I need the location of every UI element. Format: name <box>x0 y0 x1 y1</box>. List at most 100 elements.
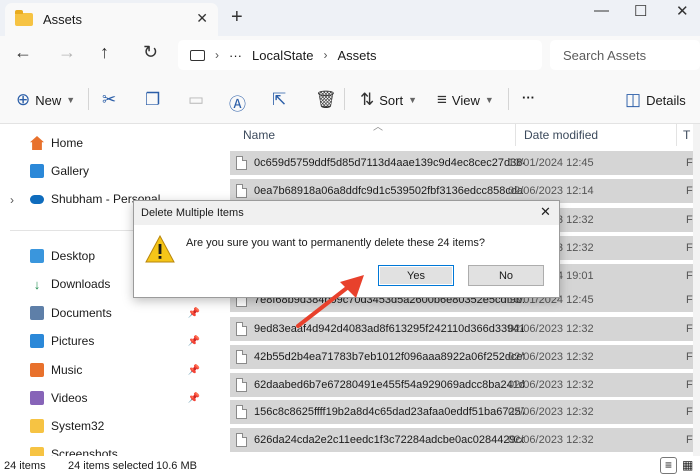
sidebar-item-system32[interactable]: System32 <box>30 414 200 438</box>
sidebar-item-music[interactable]: Music 📌 <box>30 358 200 382</box>
paste-button[interactable]: ▭ <box>188 90 204 110</box>
breadcrumb-localstate[interactable]: LocalState <box>252 48 313 63</box>
tiles-view-icon[interactable]: ▦ <box>682 458 693 472</box>
pin-icon[interactable]: 📌 <box>188 365 200 376</box>
status-bar: 24 items 24 items selected 10.6 MB ≡ ▦ <box>0 456 700 476</box>
forward-button[interactable]: → <box>58 42 76 63</box>
column-date-modified[interactable]: Date modified <box>524 128 598 142</box>
sidebar-item-videos[interactable]: Videos 📌 <box>30 386 200 410</box>
address-bar[interactable]: › ··· LocalState › Assets <box>178 40 542 70</box>
delete-button[interactable]: 🗑 <box>315 90 337 110</box>
column-divider[interactable] <box>676 124 677 146</box>
documents-icon <box>30 306 44 320</box>
column-divider[interactable] <box>515 124 516 146</box>
minimize-button[interactable]: — <box>594 2 609 19</box>
sidebar-item-pictures[interactable]: Pictures 📌 <box>30 329 200 353</box>
file-name: 62daabed6b7e67280491e455f54a929069adcc8b… <box>254 379 524 391</box>
toolbar-divider <box>344 88 345 110</box>
breadcrumb-assets[interactable]: Assets <box>337 48 376 63</box>
dialog-message: Are you sure you want to permanently del… <box>186 237 486 249</box>
scissors-icon: ✂ <box>102 90 117 109</box>
file-type: F <box>686 294 693 306</box>
share-button[interactable]: ⇱ <box>272 90 286 110</box>
file-row[interactable]: 42b55d2b4ea71783b7eb1012f096aaa8922a06f2… <box>230 345 700 369</box>
sidebar-item-documents[interactable]: Documents 📌 <box>30 301 200 325</box>
column-type[interactable]: T <box>683 128 690 142</box>
tab-assets[interactable]: Assets ✕ <box>5 3 218 36</box>
expand-chevron-icon[interactable]: › <box>10 193 14 207</box>
yes-button[interactable]: Yes <box>378 265 454 286</box>
sidebar-item-gallery[interactable]: Gallery <box>30 159 200 183</box>
column-name[interactable]: Name <box>243 128 275 142</box>
downloads-icon: ↓ <box>33 277 41 292</box>
file-row[interactable]: 156c8c8625ffff19b2a8d4c65dad23afaa0eddf5… <box>230 400 700 424</box>
breadcrumb-more[interactable]: ··· <box>229 48 242 63</box>
file-row[interactable]: 626da24cda2e2c11eedc1f3c72284adcbe0ac028… <box>230 428 700 452</box>
file-icon <box>236 433 247 447</box>
sidebar-item-home[interactable]: Home <box>30 131 200 155</box>
dialog-title: Delete Multiple Items <box>141 207 244 219</box>
file-icon <box>236 322 247 336</box>
dialog-close-icon[interactable]: ✕ <box>540 204 551 220</box>
details-view-icon[interactable]: ≡ <box>660 457 677 474</box>
sidebar-label: Videos <box>51 391 88 405</box>
file-row[interactable]: 0c659d5759ddf5d85d7113d4aae139c9d4ec8cec… <box>230 151 700 175</box>
file-date: 02/06/2023 12:14 <box>508 185 594 197</box>
file-date: 02/06/2023 12:32 <box>508 323 594 335</box>
file-icon <box>236 378 247 392</box>
search-input[interactable]: Search Assets <box>550 40 700 70</box>
music-icon <box>30 363 44 377</box>
file-name: 42b55d2b4ea71783b7eb1012f096aaa8922a06f2… <box>254 351 524 363</box>
file-icon <box>236 350 247 364</box>
new-tab-button[interactable]: + <box>231 6 243 29</box>
selected-count: 24 items selected <box>68 460 154 472</box>
sidebar-label: Documents <box>51 306 112 320</box>
cloud-icon <box>30 194 44 204</box>
sidebar-label: Desktop <box>51 249 96 263</box>
view-button[interactable]: ≡ View ▼ <box>437 90 494 110</box>
trash-icon: 🗑 <box>315 90 337 109</box>
toolbar-divider <box>88 88 89 110</box>
file-type: F <box>686 323 693 335</box>
sort-label: Sort <box>379 92 404 108</box>
file-row[interactable]: 62daabed6b7e67280491e455f54a929069adcc8b… <box>230 373 700 397</box>
paste-icon: ▭ <box>188 90 205 109</box>
new-button[interactable]: ⊕ New ▼ <box>16 90 75 110</box>
rename-icon: Ⓐ <box>229 95 246 114</box>
home-icon <box>30 136 44 150</box>
pin-icon[interactable]: 📌 <box>188 336 200 347</box>
toolbar-divider <box>508 88 509 110</box>
selected-size: 10.6 MB <box>156 460 197 472</box>
rename-button[interactable]: Ⓐ <box>229 90 246 115</box>
details-button[interactable]: ◫ Details <box>625 90 686 110</box>
chevron-right-icon: › <box>323 48 328 62</box>
refresh-button[interactable]: ↻ <box>143 42 158 63</box>
file-date: 02/06/2023 12:32 <box>508 379 594 391</box>
videos-icon <box>30 391 44 405</box>
file-name: 0c659d5759ddf5d85d7113d4aae139c9d4ec8cec… <box>254 157 524 169</box>
vertical-scrollbar[interactable] <box>693 124 700 456</box>
file-icon <box>236 184 247 198</box>
chevron-down-icon: ▼ <box>66 95 76 105</box>
cut-button[interactable]: ✂ <box>102 90 116 110</box>
file-date: 02/06/2023 12:32 <box>508 406 594 418</box>
tab-close-icon[interactable]: ✕ <box>196 10 208 27</box>
command-bar: ⊕ New ▼ ✂ ❐ ▭ Ⓐ ⇱ 🗑 ⇅ Sort ▼ ≡ View ▼ ··… <box>0 74 700 124</box>
up-button[interactable]: ↑ <box>100 42 109 63</box>
more-options-button[interactable]: ··· <box>522 90 535 105</box>
sidebar-label: System32 <box>51 419 105 433</box>
no-button[interactable]: No <box>468 265 544 286</box>
sort-button[interactable]: ⇅ Sort ▼ <box>360 90 417 110</box>
close-window-button[interactable]: ✕ <box>676 2 689 20</box>
sort-ascending-icon: ︿ <box>373 122 383 133</box>
copy-button[interactable]: ❐ <box>145 90 160 110</box>
file-type: F <box>686 214 693 226</box>
pin-icon[interactable]: 📌 <box>188 308 200 319</box>
file-date: 02/06/2023 12:32 <box>508 351 594 363</box>
file-type: F <box>686 270 693 282</box>
maximize-button[interactable]: ☐ <box>634 2 647 20</box>
item-count: 24 items <box>4 460 46 472</box>
chevron-right-icon: › <box>215 48 219 62</box>
pin-icon[interactable]: 📌 <box>188 393 200 404</box>
back-button[interactable]: ← <box>14 42 32 63</box>
